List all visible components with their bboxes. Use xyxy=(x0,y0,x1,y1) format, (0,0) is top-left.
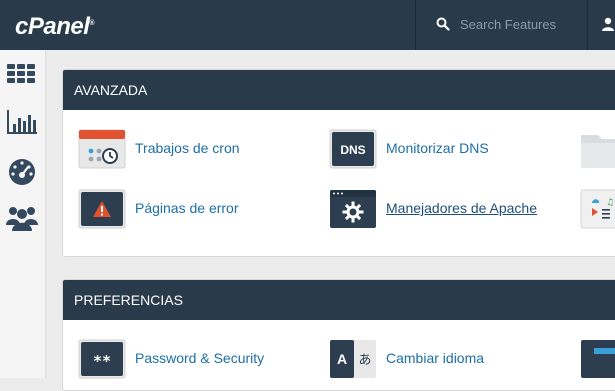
search-input[interactable] xyxy=(460,14,580,34)
item-label: Monitorizar DNS xyxy=(386,140,489,156)
cpanel-logo[interactable]: cPanel® xyxy=(15,9,95,42)
apache-handler-icon xyxy=(330,190,376,228)
svg-text:♫: ♫ xyxy=(606,198,614,208)
user-icon[interactable] xyxy=(601,17,615,31)
bar-chart-icon[interactable] xyxy=(5,107,39,137)
section-title: AVANZADA xyxy=(63,70,615,110)
password-icon-text: ** xyxy=(93,352,111,370)
section-avanzada: AVANZADA Trabajos de cron DNS Monitoriza… xyxy=(62,69,615,257)
feature-cron-jobs[interactable]: Trabajos de cron xyxy=(78,129,308,173)
item-label: Cambiar idioma xyxy=(386,350,485,366)
section-preferencias: PREFERENCIAS ** Password & Security A あ … xyxy=(62,279,615,391)
dns-icon-text: DNS xyxy=(340,143,365,157)
item-label: Manejadores de Apache xyxy=(386,200,537,216)
feature-change-language[interactable]: A あ Cambiar idioma xyxy=(329,339,559,383)
item-label: Trabajos de cron xyxy=(135,140,240,156)
top-divider xyxy=(587,0,588,50)
feature-password-security[interactable]: ** Password & Security xyxy=(78,339,308,383)
top-divider xyxy=(415,0,416,50)
top-bar: cPanel® xyxy=(0,0,615,50)
folder-icon xyxy=(581,135,615,168)
calendar-clock-icon xyxy=(78,129,126,169)
window-style-icon xyxy=(581,340,615,378)
dns-icon: DNS xyxy=(329,129,377,169)
language-icon: A あ xyxy=(330,340,376,378)
language-icon-kana: あ xyxy=(358,353,371,368)
feature-apache-handlers[interactable]: Manejadores de Apache xyxy=(329,189,559,233)
media-types-icon: ♫ xyxy=(580,189,615,229)
feature-error-pages[interactable]: Páginas de error xyxy=(78,189,308,233)
search-icon xyxy=(436,17,450,31)
dashboard-gauge-icon[interactable] xyxy=(5,156,39,186)
password-icon: ** xyxy=(78,339,126,379)
section-title: PREFERENCIAS xyxy=(63,280,615,320)
item-label: Password & Security xyxy=(135,350,265,366)
item-label: Páginas de error xyxy=(135,200,239,216)
users-icon[interactable] xyxy=(5,202,39,232)
error-page-icon xyxy=(78,189,126,229)
language-icon-latin: A xyxy=(337,351,347,367)
sidebar xyxy=(0,50,46,378)
grid-icon[interactable] xyxy=(5,58,39,88)
feature-dns-monitor[interactable]: DNS Monitorizar DNS xyxy=(329,129,559,173)
